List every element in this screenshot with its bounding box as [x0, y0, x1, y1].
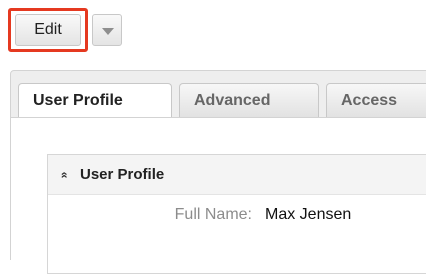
record-panel: User Profile Advanced Access » User Prof…: [10, 70, 426, 274]
field-value: Max Jensen: [265, 206, 352, 223]
user-profile-section: » User Profile Full Name: Max Jensen: [47, 154, 426, 274]
section-header[interactable]: » User Profile: [48, 155, 426, 195]
actions-dropdown-button[interactable]: [92, 14, 122, 46]
tab-content: » User Profile Full Name: Max Jensen: [11, 117, 426, 274]
tab-user-profile[interactable]: User Profile: [18, 83, 172, 119]
tab-advanced[interactable]: Advanced: [179, 83, 319, 117]
edit-button[interactable]: Edit: [15, 14, 81, 46]
chevron-down-icon: [102, 28, 114, 35]
field-row-full-name: Full Name: Max Jensen: [48, 195, 426, 235]
double-chevron-up-icon[interactable]: »: [43, 172, 83, 179]
section-title: User Profile: [80, 166, 165, 183]
tab-access[interactable]: Access: [326, 83, 426, 117]
field-label: Full Name:: [174, 206, 252, 223]
